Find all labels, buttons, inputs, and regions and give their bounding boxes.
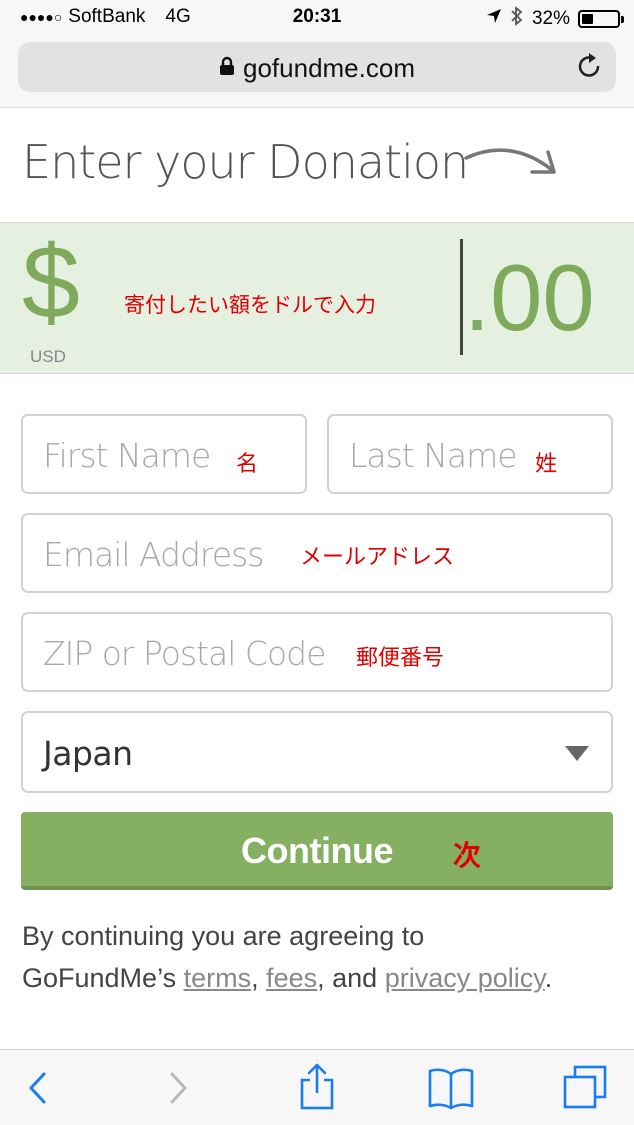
address-bar[interactable]: gofundme.com [18, 42, 616, 92]
amount-cents: .00 [464, 245, 595, 350]
first-name-placeholder: First Name [43, 436, 211, 475]
forward-icon[interactable] [166, 1068, 190, 1113]
donation-amount-box[interactable]: $ USD 寄付したい額をドルで入力 .00 [0, 222, 634, 374]
browser-address-area: gofundme.com [0, 36, 634, 108]
zip-placeholder: ZIP or Postal Code [43, 634, 326, 673]
tabs-icon[interactable] [562, 1064, 608, 1115]
share-icon[interactable] [298, 1062, 336, 1117]
amount-input-cursor[interactable] [460, 239, 463, 355]
url-text: gofundme.com [243, 53, 415, 83]
arrow-icon [462, 140, 562, 189]
terms-link[interactable]: terms [184, 963, 252, 993]
caret-icon [565, 746, 589, 761]
battery-percent: 32% [531, 8, 570, 29]
currency-code: USD [30, 347, 66, 366]
reload-icon[interactable] [576, 52, 604, 87]
continue-button[interactable]: Continue 次 [21, 812, 613, 890]
legal-end: . [544, 963, 553, 993]
legal-text: By continuing you are agreeing to GoFund… [22, 915, 612, 999]
last-name-placeholder: Last Name [349, 436, 518, 475]
legal-line-2: GoFundMe’s terms, fees, and privacy poli… [22, 957, 612, 999]
battery-fill [582, 14, 593, 24]
page-title: Enter your Donation [22, 135, 469, 189]
email-placeholder: Email Address [43, 535, 264, 574]
country-value: Japan [43, 734, 133, 773]
first-name-annotation: 名 [236, 451, 259, 476]
bluetooth-icon [510, 6, 524, 32]
url-display[interactable]: gofundme.com [18, 53, 616, 86]
legal-prefix: GoFundMe’s [22, 963, 184, 993]
status-bar: ●●●●○ SoftBank 4G 20:31 32% [0, 0, 634, 36]
legal-sep-2: , and [317, 963, 385, 993]
currency-symbol: $ [22, 225, 80, 341]
privacy-policy-link[interactable]: privacy policy [385, 963, 545, 993]
legal-sep-1: , [251, 963, 267, 993]
bookmarks-icon[interactable] [428, 1066, 474, 1115]
last-name-annotation: 姓 [535, 451, 558, 476]
location-icon [486, 8, 502, 30]
battery-icon [578, 10, 624, 28]
amount-annotation: 寄付したい額をドルで入力 [124, 294, 376, 317]
last-name-field[interactable]: Last Name 姓 [327, 414, 613, 494]
legal-line-1: By continuing you are agreeing to [22, 921, 425, 951]
browser-toolbar [0, 1049, 634, 1125]
first-name-field[interactable]: First Name 名 [21, 414, 307, 494]
email-field[interactable]: Email Address メールアドレス [21, 513, 613, 593]
lock-icon [219, 52, 235, 83]
status-right: 32% [486, 6, 624, 32]
back-icon[interactable] [26, 1068, 50, 1113]
continue-label: Continue [241, 830, 393, 871]
country-select[interactable]: Japan [21, 711, 613, 793]
fees-link[interactable]: fees [266, 963, 317, 993]
continue-annotation: 次 [453, 840, 482, 871]
zip-field[interactable]: ZIP or Postal Code 郵便番号 [21, 612, 613, 692]
email-annotation: メールアドレス [300, 544, 455, 569]
zip-annotation: 郵便番号 [356, 645, 445, 670]
battery-tip [621, 16, 624, 23]
